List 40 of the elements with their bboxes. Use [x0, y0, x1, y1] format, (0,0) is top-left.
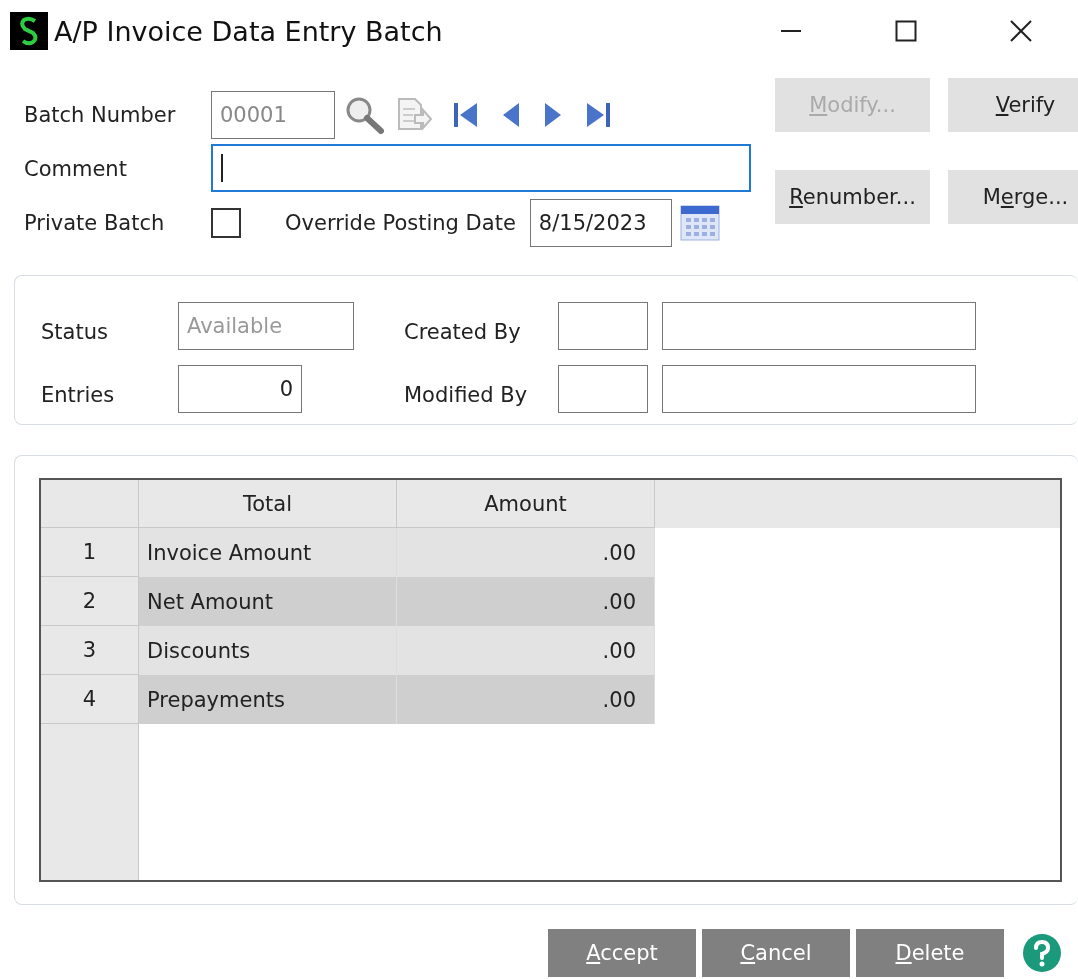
action-button[interactable]: Verify	[948, 78, 1078, 132]
private-batch-checkbox[interactable]	[211, 208, 241, 238]
field-label: Created By	[404, 319, 522, 344]
table-cell: .00	[397, 675, 655, 724]
action-button[interactable]: Renumber...	[775, 170, 930, 224]
field-label: Private Batch	[24, 211, 166, 235]
column-header[interactable]: Amount	[397, 480, 655, 528]
table-cell: .00	[397, 626, 655, 675]
app-logo-icon	[10, 12, 48, 50]
field-label: Status	[41, 319, 109, 344]
table-cell: Discounts	[139, 626, 397, 675]
close-icon[interactable]	[1009, 20, 1032, 42]
maximize-icon[interactable]	[894, 20, 917, 42]
action-button[interactable]: Delete	[856, 929, 1004, 977]
table-cell: Invoice Amount	[139, 528, 397, 577]
field-label: Entries	[41, 382, 116, 407]
field-label: Modified By	[404, 382, 529, 407]
entries-field: 0	[178, 365, 302, 413]
posting-date-field[interactable]: 8/15/2023	[529, 199, 672, 247]
action-button[interactable]: Accept	[548, 929, 696, 977]
batch-number-field[interactable]: 00001	[211, 91, 335, 139]
status-field: Available	[178, 302, 354, 350]
table-cell: Prepayments	[139, 675, 397, 724]
action-button[interactable]: Merge...	[948, 170, 1078, 224]
field-label: Batch Number	[24, 103, 177, 127]
row-number: 4	[41, 675, 139, 724]
action-button[interactable]: Cancel	[702, 929, 850, 977]
field-label: Override Posting Date	[285, 211, 516, 235]
row-number: 2	[41, 577, 139, 626]
window-title: A/P Invoice Data Entry Batch	[54, 15, 444, 47]
column-header[interactable]: Total	[139, 480, 397, 528]
calendar-icon[interactable]	[679, 205, 720, 241]
table-cell: .00	[397, 577, 655, 626]
comment-field[interactable]	[211, 144, 751, 192]
field-label: Comment	[24, 157, 128, 181]
table-cell: .00	[397, 528, 655, 577]
table-cell: Net Amount	[139, 577, 397, 626]
help-icon[interactable]	[1022, 933, 1062, 973]
row-number: 3	[41, 626, 139, 675]
row-number: 1	[41, 528, 139, 577]
